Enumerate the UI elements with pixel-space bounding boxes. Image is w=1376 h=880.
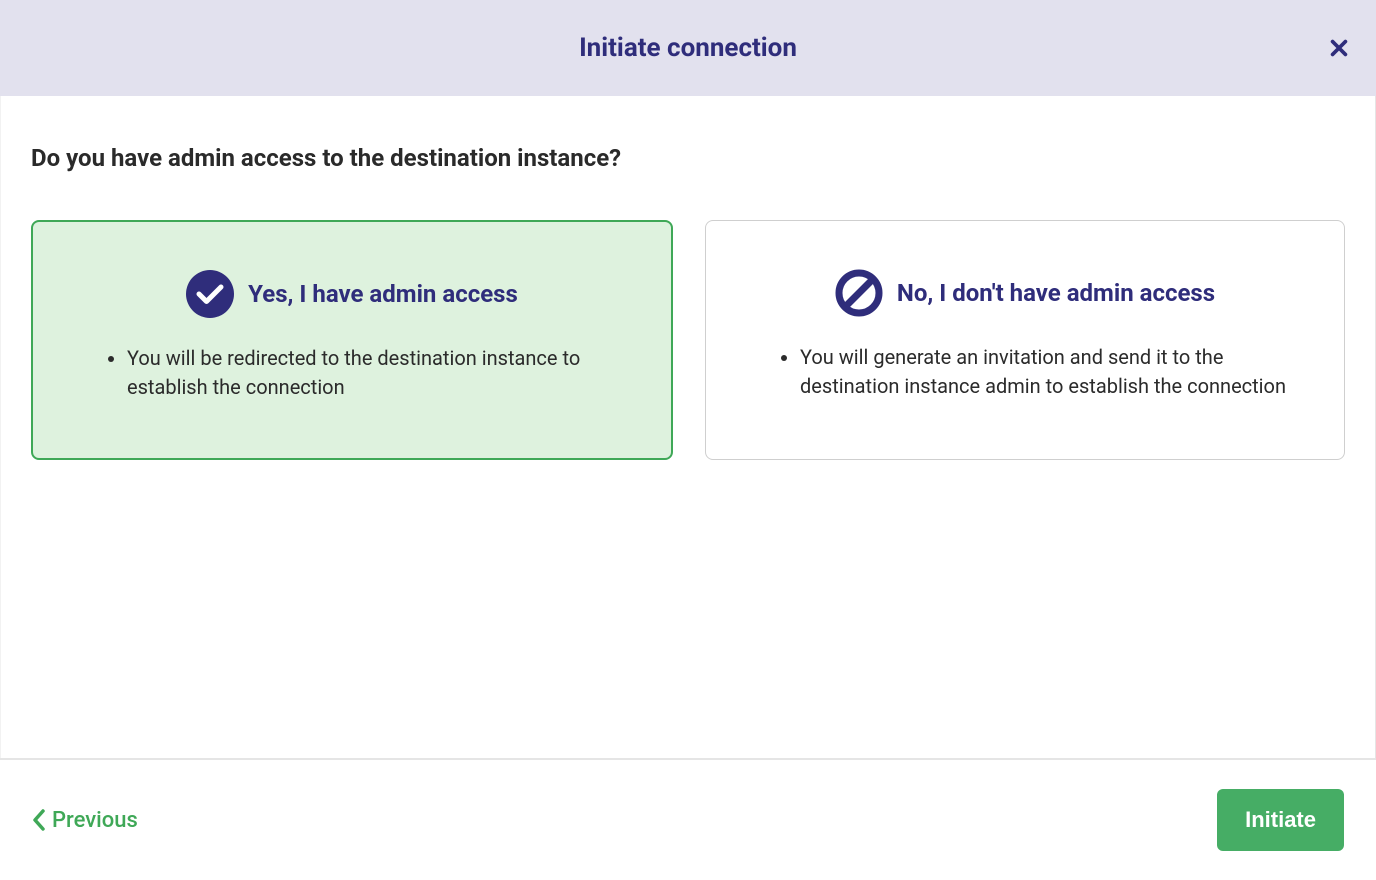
previous-button[interactable]: Previous (32, 808, 138, 833)
option-yes-title: Yes, I have admin access (248, 280, 518, 308)
modal-header: Initiate connection (0, 0, 1376, 96)
modal-title: Initiate connection (579, 33, 797, 63)
close-icon (1328, 37, 1350, 59)
chevron-left-icon (32, 809, 46, 831)
previous-label: Previous (52, 808, 138, 833)
option-yes-header: Yes, I have admin access (73, 270, 631, 318)
option-no-list: You will generate an invitation and send… (746, 343, 1304, 401)
option-cards: Yes, I have admin access You will be red… (31, 220, 1345, 460)
option-no-header: No, I don't have admin access (746, 269, 1304, 317)
option-yes-card[interactable]: Yes, I have admin access You will be red… (31, 220, 673, 460)
close-button[interactable] (1328, 37, 1350, 59)
option-no-card[interactable]: No, I don't have admin access You will g… (705, 220, 1345, 460)
prohibit-icon (835, 269, 883, 317)
option-no-title: No, I don't have admin access (897, 279, 1215, 307)
initiate-button[interactable]: Initiate (1217, 789, 1344, 851)
option-yes-list: You will be redirected to the destinatio… (73, 344, 631, 402)
check-circle-icon (186, 270, 234, 318)
modal-footer: Previous Initiate (0, 758, 1376, 880)
modal-content: Do you have admin access to the destinat… (0, 96, 1376, 758)
question-heading: Do you have admin access to the destinat… (31, 144, 1345, 172)
option-yes-bullet: You will be redirected to the destinatio… (127, 344, 631, 402)
option-no-bullet: You will generate an invitation and send… (800, 343, 1304, 401)
